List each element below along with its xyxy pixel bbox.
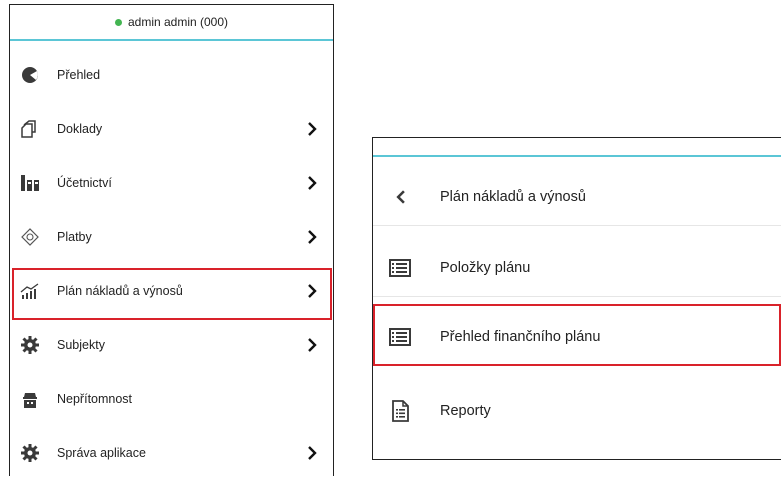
menu-item-label: Doklady [57,122,103,136]
menu-item-platby[interactable]: Platby [10,217,333,257]
chevron-right-icon [308,122,317,136]
menu-item-prehled[interactable]: Přehled [10,55,333,95]
list-icon [389,327,411,346]
online-status-icon [114,18,122,26]
user-status-bar[interactable]: admin admin (000) [10,5,333,41]
payment-icon [21,228,39,246]
chevron-right-icon [308,338,317,352]
menu-item-doklady[interactable]: Doklady [10,109,333,149]
back-button[interactable]: Plán nákladů a výnosů [373,168,781,226]
menu-item-label: Správa aplikace [57,446,146,460]
accent-divider [373,155,781,157]
submenu-item-reporty[interactable]: Reporty [373,382,781,440]
chevron-right-icon [308,176,317,190]
documents-icon [21,120,36,138]
chevron-right-icon [308,284,317,298]
submenu-item-label: Položky plánu [440,259,531,276]
chevron-left-icon [396,189,405,204]
menu-item-nepritomnost[interactable]: Nepřítomnost [10,379,333,419]
accounting-icon [21,175,39,191]
absence-icon [23,393,37,408]
menu-item-subjekty[interactable]: Subjekty [10,325,333,365]
list-icon [389,258,411,277]
chevron-right-icon [308,230,317,244]
menu-item-label: Přehled [57,68,101,82]
submenu-item-polozky-planu[interactable]: Položky plánu [373,239,781,297]
growth-chart-icon [20,283,39,299]
submenu-item-label: Reporty [440,403,491,419]
menu-item-label: Nepřítomnost [57,392,133,406]
menu-item-label: Účetnictví [57,176,112,190]
menu-item-ucetnictvi[interactable]: Účetnictví [10,163,333,203]
back-label: Plán nákladů a výnosů [440,188,586,205]
menu-item-label: Subjekty [57,338,105,352]
submenu-item-prehled-financniho-planu[interactable]: Přehled finančního plánu [373,308,781,366]
menu-item-label: Plán nákladů a výnosů [57,284,183,298]
submenu-panel: Plán nákladů a výnosů Položky plánu Přeh… [372,137,781,460]
menu-item-plan-nakladu[interactable]: Plán nákladů a výnosů [10,271,333,311]
report-icon [392,400,409,422]
menu-item-label: Platby [57,230,92,244]
gear-icon [21,336,39,354]
pie-chart-icon [22,67,38,83]
submenu-item-label: Přehled finančního plánu [440,328,601,345]
gear-icon [21,444,39,462]
chevron-right-icon [308,446,317,460]
main-menu-panel: admin admin (000) Přehled Doklady Účetni… [9,4,334,476]
menu-item-sprava-aplikace[interactable]: Správa aplikace [10,433,333,473]
user-name: admin admin (000) [127,15,229,29]
